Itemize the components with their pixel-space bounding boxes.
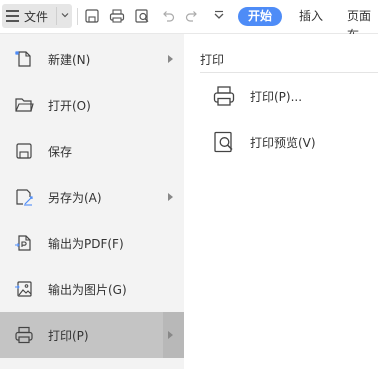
chevron-right-icon <box>168 331 173 339</box>
folder-open-icon <box>15 98 34 112</box>
export-pdf-icon <box>15 235 31 251</box>
hamburger-icon <box>6 10 19 22</box>
submenu-item-print[interactable]: 打印(P)... <box>184 76 378 116</box>
tab-start[interactable]: 开始 <box>238 7 282 26</box>
submenu-item-print-preview[interactable]: 打印预览(V) <box>184 122 378 162</box>
menu-item-save[interactable]: 保存 <box>0 128 184 174</box>
submenu-title: 打印 <box>200 53 225 67</box>
menu-item-label: 打开(O) <box>48 99 91 113</box>
menu-item-label: 新建(N) <box>48 53 91 67</box>
menu-item-label: 另存为(A) <box>48 191 102 205</box>
export-image-icon <box>15 281 32 297</box>
menu-item-open[interactable]: 打开(O) <box>0 82 184 128</box>
print-submenu: 打印 打印(P)... 打印预览(V) <box>184 34 378 369</box>
menu-item-save-as[interactable]: 另存为(A) <box>0 174 184 220</box>
print-preview-icon <box>214 131 233 153</box>
new-file-icon <box>15 51 31 67</box>
printer-icon <box>213 86 235 106</box>
undo-icon[interactable] <box>160 8 176 24</box>
divider <box>200 72 378 73</box>
more-chevron-icon[interactable] <box>211 8 227 24</box>
print-preview-icon[interactable] <box>134 8 150 24</box>
save-icon[interactable] <box>84 8 100 24</box>
toolbar-divider <box>77 8 78 25</box>
save-icon <box>16 143 32 159</box>
submenu-item-label: 打印(P)... <box>250 90 303 104</box>
menu-item-label: 输出为PDF(F) <box>48 237 124 251</box>
menu-item-label: 保存 <box>48 145 73 159</box>
tab-insert[interactable]: 插入 <box>299 7 323 26</box>
file-menu: 新建(N) 打开(O) 保存 另存为(A) 输出为PDF(F) 输出为图片(G)… <box>0 34 184 369</box>
toolbar: 文件 开始 插入 页面布 <box>0 0 378 42</box>
menu-item-export-image[interactable]: 输出为图片(G) <box>0 266 184 312</box>
menu-item-print[interactable]: 打印(P) <box>0 312 184 358</box>
file-menu-label: 文件 <box>24 10 49 24</box>
divider <box>56 7 57 25</box>
chevron-right-icon <box>168 55 173 63</box>
tab-page-layout[interactable]: 页面布 <box>347 7 378 42</box>
menu-item-new[interactable]: 新建(N) <box>0 36 184 82</box>
submenu-item-label: 打印预览(V) <box>250 136 316 150</box>
save-as-icon <box>16 189 33 206</box>
redo-icon[interactable] <box>184 8 200 24</box>
menu-item-label: 输出为图片(G) <box>48 283 127 297</box>
chevron-right-icon <box>168 193 173 201</box>
chevron-down-icon[interactable] <box>61 11 69 19</box>
printer-icon <box>15 326 33 344</box>
menu-item-label: 打印(P) <box>48 329 89 343</box>
print-icon[interactable] <box>109 8 125 24</box>
menu-item-export-pdf[interactable]: 输出为PDF(F) <box>0 220 184 266</box>
file-menu-button[interactable]: 文件 <box>2 4 72 28</box>
